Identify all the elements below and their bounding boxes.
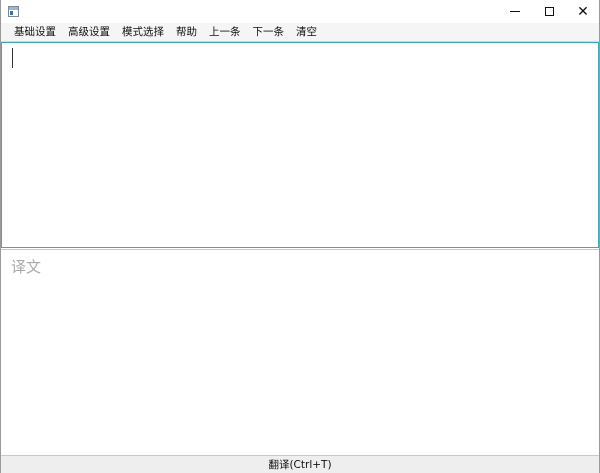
menu-basic-settings[interactable]: 基础设置 bbox=[8, 23, 62, 42]
translate-button[interactable]: 翻译(Ctrl+T) bbox=[1, 455, 599, 473]
app-window-icon bbox=[8, 6, 19, 17]
minimize-icon bbox=[510, 11, 520, 12]
translate-button-label: 翻译(Ctrl+T) bbox=[268, 459, 332, 471]
source-text-area[interactable] bbox=[1, 42, 599, 248]
menu-advanced-settings[interactable]: 高级设置 bbox=[62, 23, 116, 42]
maximize-button[interactable] bbox=[532, 0, 566, 23]
menu-help[interactable]: 帮助 bbox=[170, 23, 203, 42]
minimize-button[interactable] bbox=[498, 0, 532, 23]
close-button[interactable]: ✕ bbox=[566, 0, 600, 23]
menu-bar: 基础设置 高级设置 模式选择 帮助 上一条 下一条 清空 bbox=[1, 23, 599, 42]
menu-next[interactable]: 下一条 bbox=[247, 23, 291, 42]
app-window: ✕ 基础设置 高级设置 模式选择 帮助 上一条 下一条 清空 译文 翻译(Ctr… bbox=[0, 0, 600, 473]
title-bar[interactable]: ✕ bbox=[1, 0, 599, 23]
translation-placeholder: 译文 bbox=[11, 258, 42, 276]
translation-text-area[interactable]: 译文 bbox=[1, 249, 599, 454]
maximize-icon bbox=[544, 7, 554, 16]
text-caret bbox=[12, 48, 13, 68]
source-input[interactable] bbox=[4, 45, 596, 245]
menu-mode-select[interactable]: 模式选择 bbox=[116, 23, 170, 42]
close-icon: ✕ bbox=[577, 3, 589, 20]
menu-clear[interactable]: 清空 bbox=[290, 23, 323, 42]
menu-previous[interactable]: 上一条 bbox=[203, 23, 247, 42]
